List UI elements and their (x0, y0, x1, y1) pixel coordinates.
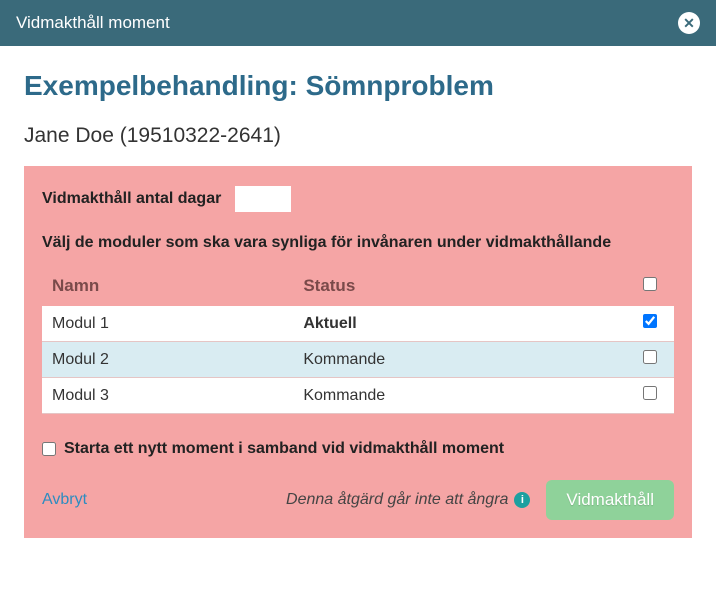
modal: Vidmakthåll moment ✕ Exempelbehandling: … (0, 0, 716, 558)
submit-button[interactable]: Vidmakthåll (546, 480, 674, 520)
modal-body: Exempelbehandling: Sömnproblem Jane Doe … (0, 46, 716, 558)
cell-name: Modul 2 (42, 342, 293, 378)
cell-name: Modul 3 (42, 378, 293, 414)
warning-label: Denna åtgärd går inte att ångra (286, 491, 508, 509)
table-row: Modul 2 Kommande (42, 342, 674, 378)
cell-status: Kommande (293, 342, 626, 378)
close-icon[interactable]: ✕ (678, 12, 700, 34)
module-instruction: Välj de moduler som ska vara synliga för… (42, 234, 674, 252)
cell-status: Aktuell (293, 306, 626, 342)
modal-header: Vidmakthåll moment ✕ (0, 0, 716, 46)
page-title: Exempelbehandling: Sömnproblem (24, 70, 692, 102)
settings-panel: Vidmakthåll antal dagar Välj de moduler … (24, 166, 692, 538)
start-new-checkbox[interactable] (42, 442, 56, 456)
row-checkbox[interactable] (643, 386, 657, 400)
info-icon[interactable]: i (514, 492, 530, 508)
cancel-button[interactable]: Avbryt (42, 491, 87, 509)
footer-row: Avbryt Denna åtgärd går inte att ångra i… (42, 480, 674, 520)
modal-title: Vidmakthåll moment (16, 13, 170, 33)
module-table: Namn Status Modul 1 Aktuell Modul 2 (42, 266, 674, 414)
col-name: Namn (42, 266, 293, 306)
select-all-checkbox[interactable] (643, 277, 657, 291)
col-select-all (626, 266, 674, 306)
days-label: Vidmakthåll antal dagar (42, 190, 221, 208)
col-status: Status (293, 266, 626, 306)
start-new-label: Starta ett nytt moment i samband vid vid… (64, 440, 504, 458)
days-row: Vidmakthåll antal dagar (42, 186, 674, 212)
row-checkbox[interactable] (643, 314, 657, 328)
row-checkbox[interactable] (643, 350, 657, 364)
cell-name: Modul 1 (42, 306, 293, 342)
warning-text: Denna åtgärd går inte att ångra i (103, 491, 530, 509)
cell-status: Kommande (293, 378, 626, 414)
patient-info: Jane Doe (19510322-2641) (24, 124, 692, 148)
table-row: Modul 3 Kommande (42, 378, 674, 414)
table-row: Modul 1 Aktuell (42, 306, 674, 342)
days-input[interactable] (235, 186, 291, 212)
start-new-row: Starta ett nytt moment i samband vid vid… (42, 440, 674, 458)
